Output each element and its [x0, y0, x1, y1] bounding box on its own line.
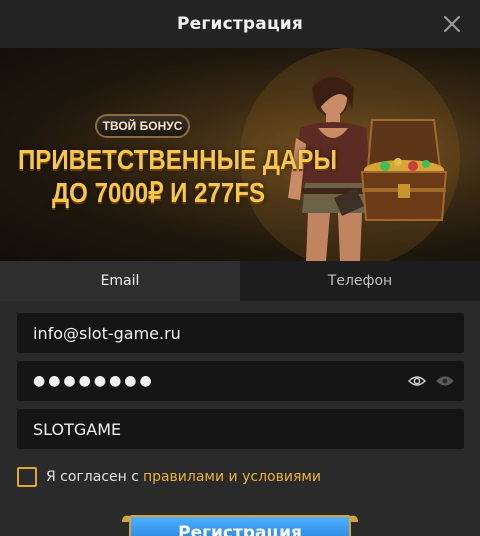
promo-headline: ПРИВЕТСТВЕННЫЕ ДАРЫ [18, 144, 338, 175]
terms-checkbox[interactable] [17, 467, 37, 487]
email-field[interactable] [33, 323, 464, 343]
auth-tabs: Email Телефон [0, 261, 480, 301]
promo-code-field[interactable] [33, 419, 464, 439]
email-field-wrap [17, 313, 464, 353]
tab-email[interactable]: Email [0, 261, 240, 301]
terms-text: Я согласен с [46, 469, 139, 485]
treasure-chest [360, 119, 448, 221]
modal-header: Регистрация [0, 0, 480, 48]
registration-modal: Регистрация ТВОЙ БОНУС ПРИВЕТСТВЕННЫЕ ДА… [0, 0, 480, 536]
terms-link[interactable]: правилами и условиями [143, 469, 321, 485]
promo-amount: ДО 7000₽ И 277FS [52, 177, 266, 208]
eye-icon[interactable] [436, 374, 454, 388]
modal-title: Регистрация [177, 14, 303, 34]
show-password-icon[interactable] [408, 374, 426, 388]
tab-phone[interactable]: Телефон [240, 261, 480, 301]
promo-code-field-wrap [17, 409, 464, 449]
bonus-badge: ТВОЙ БОНУС [95, 114, 190, 138]
password-field[interactable]: ●●●●●●●● [33, 373, 408, 389]
register-button[interactable]: Регистрация [129, 515, 351, 536]
submit-button-wrap: Регистрация [120, 512, 360, 536]
password-field-wrap: ●●●●●●●● [17, 361, 464, 401]
close-icon[interactable] [440, 12, 464, 36]
terms-agreement: Я согласен с правилами и условиями [17, 466, 321, 488]
promo-banner: ТВОЙ БОНУС ПРИВЕТСТВЕННЫЕ ДАРЫ ДО 7000₽ … [0, 48, 480, 261]
